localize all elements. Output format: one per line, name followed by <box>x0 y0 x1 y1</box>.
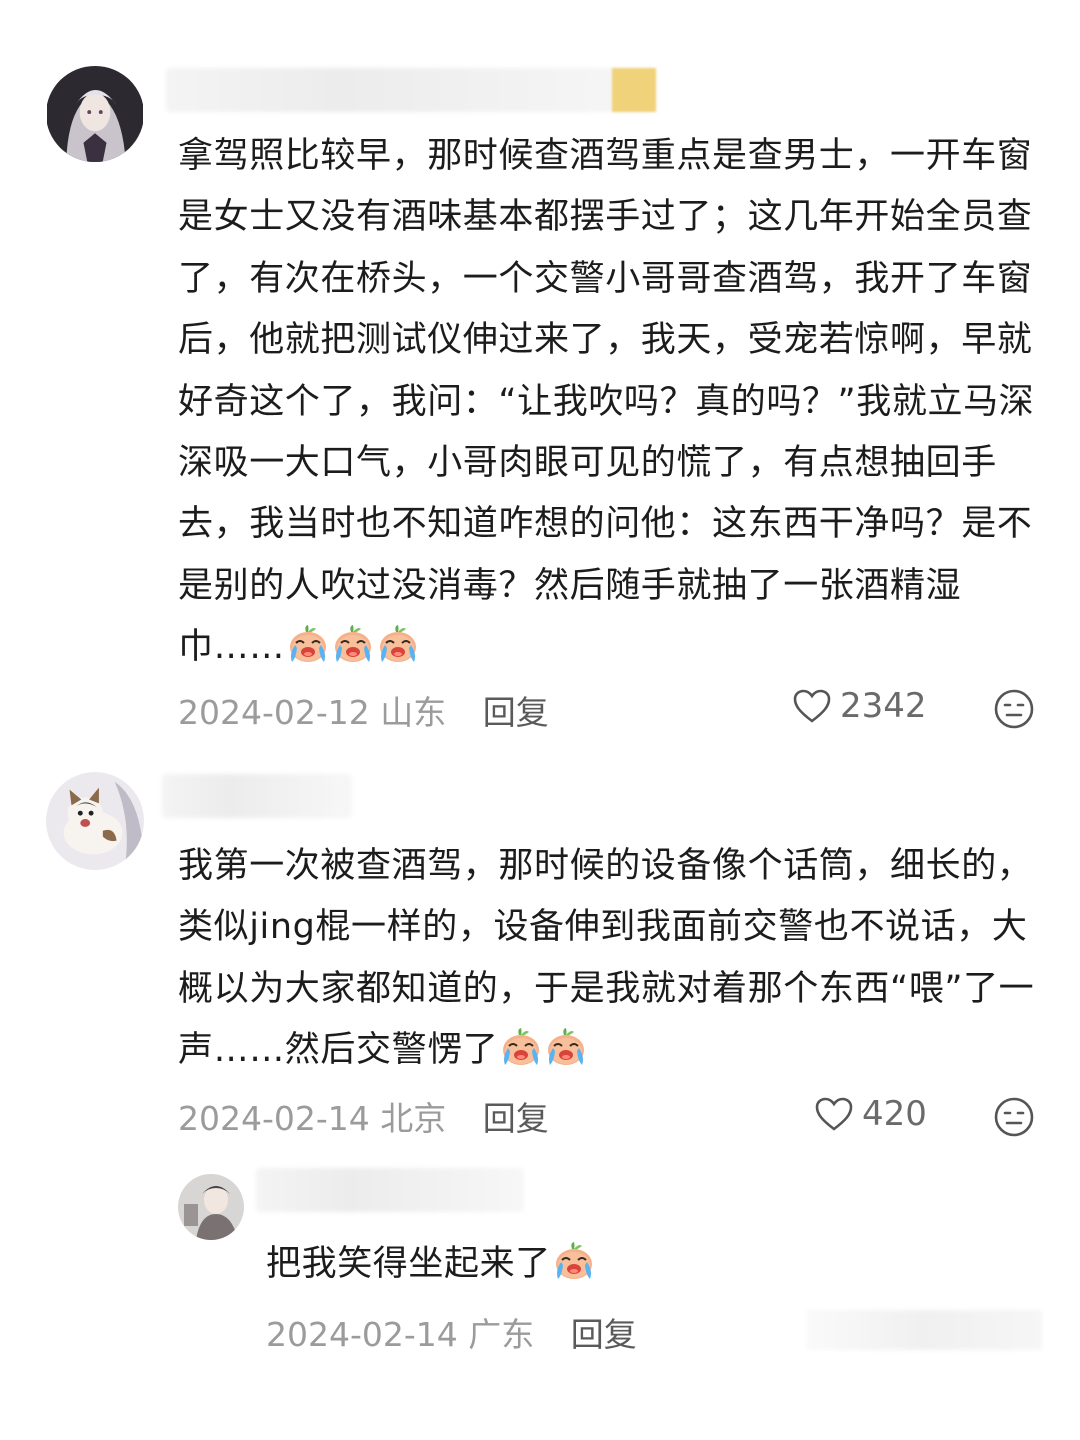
anime-girl-avatar[interactable] <box>46 66 144 162</box>
comment-meta: 2024-02-12 山东 回复 <box>178 686 549 734</box>
username-badge <box>612 68 656 112</box>
comment-date: 2024-02-14 <box>178 1099 370 1138</box>
person-avatar[interactable] <box>178 1174 244 1240</box>
cry-laugh-emoji <box>551 1244 596 1284</box>
cat-avatar[interactable] <box>46 772 144 870</box>
comment-text: 我第一次被查酒驾，那时候的设备像个话筒，细长的，类似jing棍一样的，设备伸到我… <box>178 846 1035 1071</box>
username-redacted[interactable] <box>166 68 656 112</box>
reply-button[interactable]: 回复 <box>483 693 549 732</box>
comment-date: 2024-02-12 <box>178 693 370 732</box>
neutral-face-icon[interactable] <box>993 688 1035 730</box>
cry-laugh-emoji <box>498 1030 588 1070</box>
reply-meta: 2024-02-14 广东 回复 <box>266 1308 637 1356</box>
comment-location: 北京 <box>380 1099 447 1138</box>
watermark-redacted <box>806 1310 1042 1350</box>
reply-date: 2024-02-14 <box>266 1315 458 1354</box>
like-button[interactable]: 420 <box>814 1094 927 1134</box>
cry-laugh-emoji <box>285 627 420 667</box>
reply-text: 把我笑得坐起来了 <box>266 1234 966 1295</box>
reply-location: 广东 <box>468 1315 535 1354</box>
like-count: 2342 <box>840 686 927 726</box>
like-button[interactable]: 2342 <box>792 686 927 726</box>
username-redacted[interactable] <box>256 1168 524 1212</box>
comment-text: 拿驾照比较早，那时候查酒驾重点是查男士，一开车窗是女士又没有酒味基本都摆手过了；… <box>178 136 1035 668</box>
heart-icon <box>815 1097 853 1131</box>
comment-meta: 2024-02-14 北京 回复 <box>178 1092 549 1140</box>
heart-icon <box>793 689 831 723</box>
neutral-face-icon[interactable] <box>993 1096 1035 1138</box>
username-redacted[interactable] <box>162 774 352 818</box>
like-count: 420 <box>862 1094 927 1134</box>
comment-location: 山东 <box>380 693 447 732</box>
reply-button[interactable]: 回复 <box>571 1315 637 1354</box>
reply-button[interactable]: 回复 <box>483 1099 549 1138</box>
